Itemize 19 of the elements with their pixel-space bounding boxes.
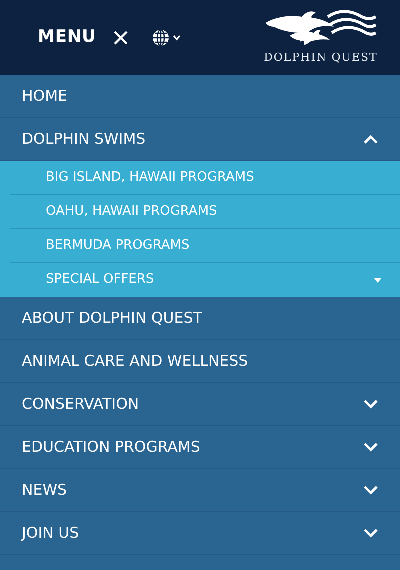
caret-icon[interactable]: [173, 34, 182, 40]
chevron-down-icon[interactable]: [364, 528, 378, 538]
menu-item[interactable]: CONSERVATION: [0, 383, 400, 426]
chevron-down-icon[interactable]: [364, 442, 378, 452]
menu-item[interactable]: HOME: [0, 75, 400, 118]
dolphin-logo-icon: [264, 8, 378, 47]
menu-item[interactable]: ABOUT DOLPHIN QUEST: [0, 297, 400, 340]
menu-label[interactable]: MENU: [38, 24, 96, 50]
chevron-up-icon[interactable]: [364, 134, 378, 144]
caret-down-icon[interactable]: [374, 278, 382, 282]
chevron-down-icon[interactable]: [364, 400, 378, 408]
logo-text: DOLPHIN QUEST: [264, 50, 378, 66]
menu-item[interactable]: NEWS: [0, 469, 400, 512]
menu-item[interactable]: JOIN US: [0, 512, 400, 555]
menu-item[interactable]: ANIMAL CARE AND WELLNESS: [0, 340, 400, 383]
globe-icon[interactable]: [152, 28, 170, 46]
chevron-down-icon[interactable]: [364, 486, 378, 494]
menu-item[interactable]: EDUCATION PROGRAMS: [0, 426, 400, 469]
close-icon[interactable]: [114, 30, 128, 44]
